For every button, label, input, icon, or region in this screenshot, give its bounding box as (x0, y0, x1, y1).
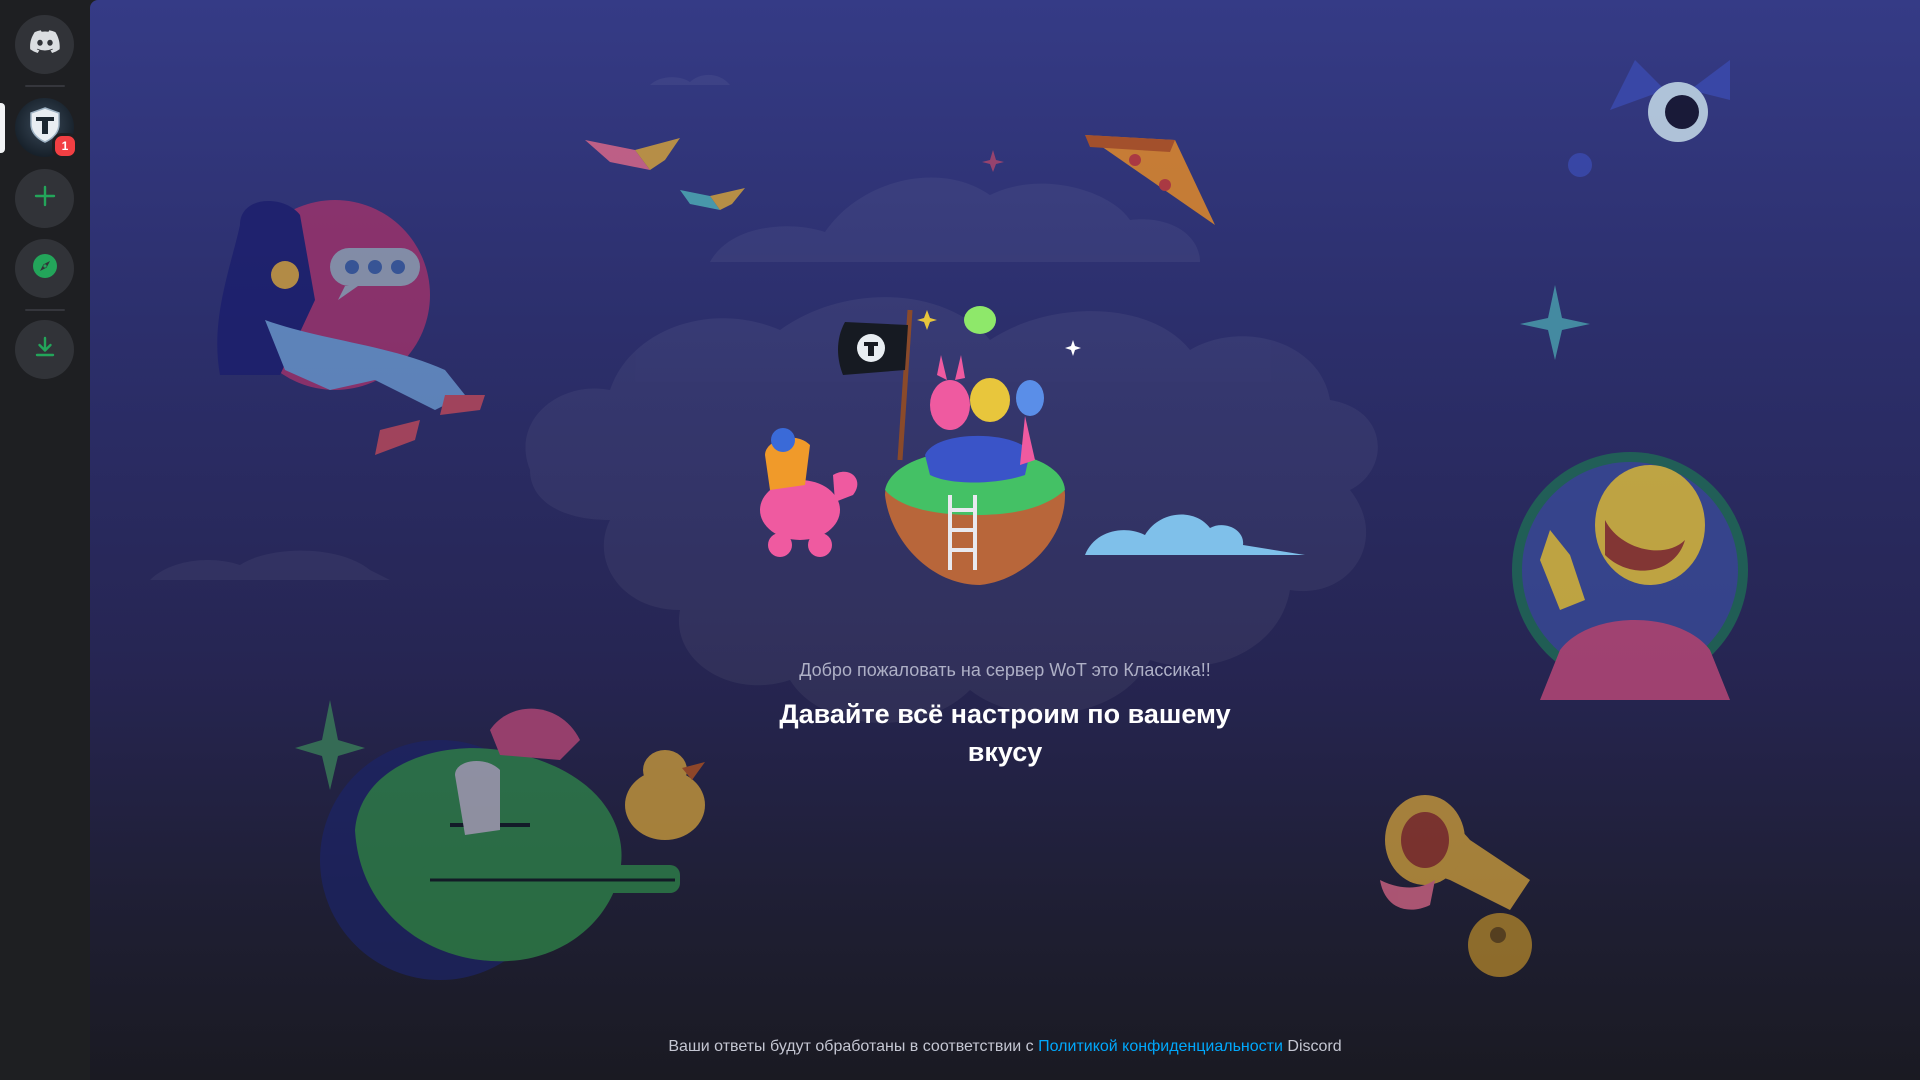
discord-logo-icon (29, 30, 60, 59)
gramophone-trumpet-illustration (1380, 795, 1532, 977)
welcome-subtitle: Добро пожаловать на сервер WoT это Класс… (799, 660, 1211, 680)
privacy-policy-link[interactable]: Политикой конфиденциальности (1038, 1038, 1283, 1055)
compass-icon (32, 253, 58, 284)
notification-badge: 1 (52, 133, 78, 159)
footer-text-suffix: Discord (1282, 1038, 1342, 1055)
bat-creature-illustration (1568, 60, 1730, 177)
rail-separator (25, 309, 65, 311)
selected-server-indicator (0, 103, 5, 153)
server-sidebar: 1 (0, 0, 90, 1080)
explore-servers-button[interactable] (15, 239, 74, 298)
crocodile-with-headphones-illustration (320, 708, 705, 980)
download-apps-button[interactable] (15, 320, 74, 379)
girl-with-phone-illustration (217, 200, 485, 455)
footer-text: Ваши ответы будут обработаны в соответст… (668, 1038, 1039, 1055)
add-server-button[interactable] (15, 169, 74, 228)
server-wot-classic[interactable]: 1 (15, 98, 78, 159)
server-onboarding-welcome: Добро пожаловать на сервер WoT это Класс… (90, 0, 1920, 1080)
download-icon (33, 335, 57, 364)
privacy-footer: Ваши ответы будут обработаны в соответст… (90, 1038, 1920, 1056)
home-button[interactable] (15, 15, 74, 74)
plus-icon (33, 184, 57, 213)
rail-separator (25, 85, 65, 87)
welcome-title: Давайте всё настроим по вашему вкусу (779, 699, 1231, 767)
floating-island-hero-illustration (760, 306, 1305, 585)
flying-books-illustration (585, 138, 745, 210)
